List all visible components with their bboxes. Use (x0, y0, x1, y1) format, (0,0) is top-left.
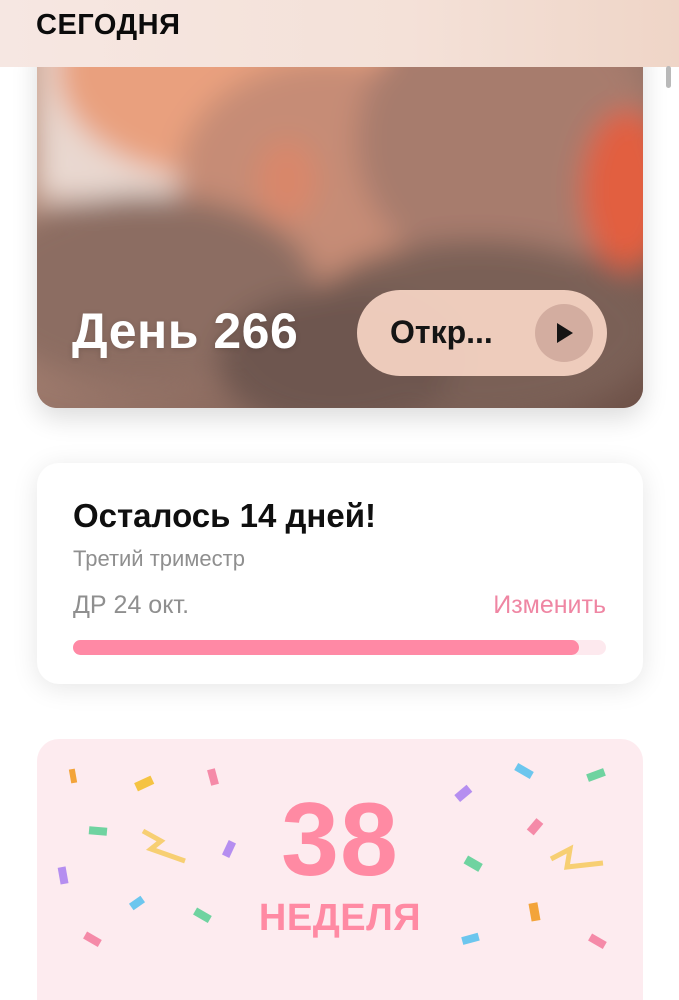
open-video-button[interactable]: Откр... (357, 290, 607, 376)
change-due-date-link[interactable]: Изменить (493, 591, 606, 620)
today-screen: СЕГОДНЯ День 266 Откр... Осталось 14 дне… (0, 0, 679, 1000)
days-left-title: Осталось 14 дней! (73, 497, 376, 534)
week-number: 38 (281, 782, 399, 898)
play-icon[interactable] (535, 304, 593, 362)
trimester-label: Третий триместр (73, 546, 245, 571)
open-button-label: Откр... (390, 314, 493, 350)
due-date-label: ДР 24 окт. (73, 591, 190, 619)
day-video-card[interactable]: День 266 Откр... (37, 30, 643, 408)
countdown-card: Осталось 14 дней! Третий триместр ДР 24 … (37, 463, 643, 684)
week-card[interactable]: 38 НЕДЕЛЯ (37, 739, 643, 1000)
page-title: СЕГОДНЯ (36, 9, 181, 41)
header-bar: СЕГОДНЯ (0, 0, 679, 67)
scroll-indicator[interactable] (666, 66, 671, 88)
day-counter-title: День 266 (72, 303, 299, 359)
week-label: НЕДЕЛЯ (258, 897, 422, 939)
progress-fill (73, 640, 580, 655)
pregnancy-progress-bar (73, 640, 606, 655)
